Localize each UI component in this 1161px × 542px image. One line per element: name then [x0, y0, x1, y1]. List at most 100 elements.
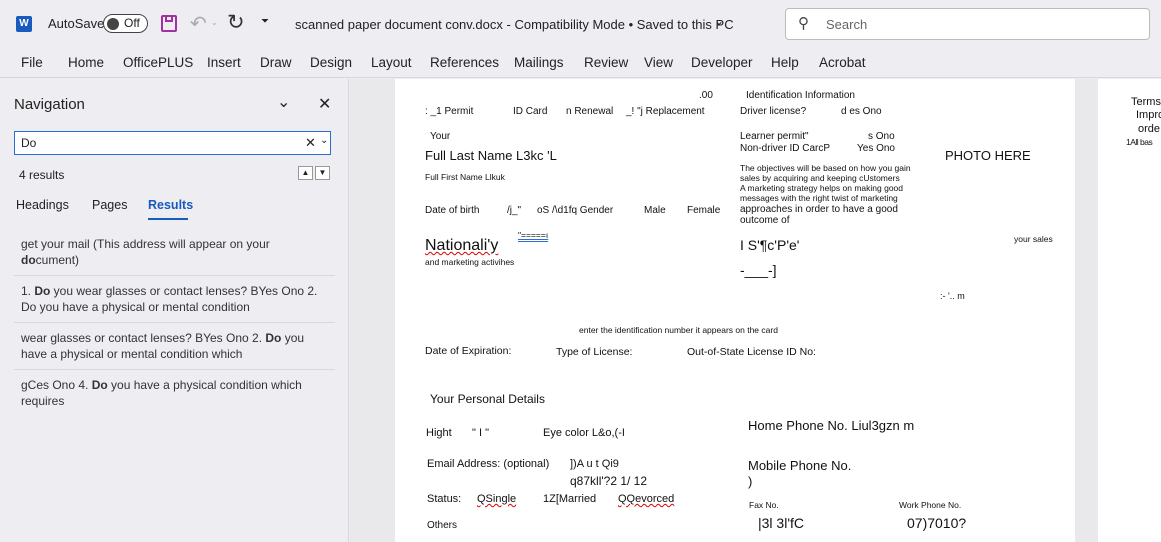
undo-icon[interactable]: ↶ [190, 11, 207, 36]
doc-text: sales by acquiring and keeping cUstomers [740, 173, 900, 183]
nav-tab-pages[interactable]: Pages [92, 198, 127, 212]
photo-placeholder: PHOTO HERE [945, 148, 1031, 163]
doc-text: Out-of-State License ID No: [687, 346, 816, 358]
autosave-toggle[interactable]: Off [103, 14, 148, 33]
search-icon: ⚲ [798, 15, 809, 32]
doc-text: Mobile Phone No. [748, 458, 852, 473]
ribbon-tabs: File Home OfficePLUS Insert Draw Design … [0, 48, 1161, 78]
next-result-button[interactable]: ▼ [315, 166, 330, 180]
nav-tab-headings[interactable]: Headings [16, 198, 69, 212]
doc-text: -___-] [740, 262, 777, 278]
doc-text: Work Phone No. [899, 500, 962, 510]
previous-result-button[interactable]: ▲ [298, 166, 313, 180]
clear-search-icon[interactable]: ✕ [305, 135, 316, 151]
customize-toolbar-icon[interactable]: ⏷ [261, 16, 269, 27]
doc-text: Email Address: (optional) [427, 458, 550, 470]
doc-text: Driver license? [740, 106, 807, 117]
search-result[interactable]: gCes Ono 4. Do you have a physical condi… [0, 377, 349, 409]
doc-text: approaches in order to have a good [740, 204, 898, 215]
doc-text: " I " [472, 427, 489, 439]
tab-help[interactable]: Help [771, 55, 799, 70]
tab-references[interactable]: References [430, 55, 499, 70]
doc-text: Full Last Name L3kc 'L [425, 148, 557, 163]
nav-search-input[interactable]: Do ✕ ⌄ [14, 131, 331, 155]
doc-text: Identification Information [746, 90, 855, 101]
document-area[interactable]: .00 Identification Information : _1 Perm… [350, 79, 1161, 542]
search-result[interactable]: 1. Do you wear glasses or contact lenses… [0, 283, 349, 315]
doc-text: :- '.. m [940, 291, 965, 301]
result-text: wear glasses or contact lenses? BYes Ono… [21, 331, 266, 345]
tab-officeplus[interactable]: OfficePLUS [123, 55, 193, 70]
document-title[interactable]: scanned paper document conv.docx - Compa… [295, 17, 734, 32]
redo-icon[interactable]: ↻ [227, 10, 245, 35]
search-result[interactable]: get your mail (This address will appear … [0, 236, 349, 268]
search-result[interactable]: wear glasses or contact lenses? BYes Ono… [0, 330, 349, 362]
doc-text: Date of Expiration: [425, 345, 512, 357]
doc-text: q87kll'?2 1/ 12 [570, 474, 648, 488]
result-hit: Do [265, 331, 282, 345]
doc-text: your sales [1014, 234, 1053, 244]
search-options-chevron-icon[interactable]: ⌄ [320, 135, 328, 146]
undo-dropdown-icon[interactable]: ⌄ [211, 18, 218, 27]
nav-tab-results[interactable]: Results [148, 198, 193, 212]
tab-design[interactable]: Design [310, 55, 352, 70]
word-logo-icon: W [16, 16, 32, 32]
doc-text: ID Card [513, 106, 548, 117]
doc-text: ) [748, 474, 753, 489]
save-icon[interactable] [161, 15, 177, 32]
tab-acrobat[interactable]: Acrobat [819, 55, 866, 70]
doc-text: Terms [1131, 96, 1161, 108]
doc-text: .00 [699, 90, 713, 101]
doc-text: Home Phone No. Liul3gzn m [748, 418, 915, 433]
result-hit: do [21, 253, 36, 267]
result-text: gCes Ono 4. [21, 378, 92, 392]
doc-text: orde [1138, 123, 1161, 135]
doc-text: Status: [427, 493, 462, 505]
tab-review[interactable]: Review [584, 55, 628, 70]
doc-text: Eye color L&o,(-I [543, 427, 625, 439]
doc-text: Learner permit" [740, 131, 809, 142]
nav-options-chevron-icon[interactable]: ⌄ [277, 92, 290, 112]
doc-text: n Renewal [566, 106, 614, 117]
doc-text: Your [430, 131, 451, 142]
tab-insert[interactable]: Insert [207, 55, 241, 70]
doc-text: QSingle [477, 493, 517, 505]
tab-developer[interactable]: Developer [691, 55, 753, 70]
document-page[interactable]: .00 Identification Information : _1 Perm… [395, 79, 1075, 542]
doc-text: The objectives will be based on how you … [740, 163, 911, 173]
tab-mailings[interactable]: Mailings [514, 55, 564, 70]
result-text: cument) [35, 253, 80, 267]
doc-text: Nationali'y [425, 237, 499, 254]
doc-text: d es Ono [841, 106, 882, 117]
autosave-state: Off [124, 16, 140, 30]
doc-text: outcome of [740, 215, 790, 226]
doc-text: enter the identification number it appea… [579, 325, 778, 335]
tab-file[interactable]: File [21, 55, 43, 70]
doc-text: Full First Name Llkuk [425, 172, 505, 182]
navigation-title: Navigation [14, 96, 85, 113]
doc-text: oS /\d1fq Gender [537, 205, 614, 216]
nav-search-query: Do [21, 136, 37, 150]
doc-text: : _1 Permit [425, 106, 474, 117]
doc-text: Impro [1136, 109, 1161, 121]
doc-text: 1All bas [1126, 137, 1153, 147]
nav-close-icon[interactable]: ✕ [318, 94, 331, 114]
tab-view[interactable]: View [644, 55, 673, 70]
doc-text: QQevorced [618, 493, 675, 505]
doc-text: Female [687, 205, 721, 216]
result-text: get your mail (This address will appear … [21, 237, 270, 251]
search-box[interactable]: ⚲ Search [785, 8, 1150, 40]
next-page[interactable]: Terms Impro orde 1All bas [1098, 79, 1161, 542]
tab-home[interactable]: Home [68, 55, 104, 70]
divider [14, 275, 335, 276]
tab-layout[interactable]: Layout [371, 55, 412, 70]
title-chevron-icon[interactable]: ⌄ [714, 14, 724, 28]
doc-text: Non-driver ID CarcP [740, 143, 831, 154]
doc-text: _! "j Replacement [626, 106, 705, 117]
active-tab-underline [148, 218, 188, 220]
doc-text: /j_" [507, 205, 522, 216]
doc-text: "=====ı [518, 230, 549, 240]
doc-text: I S'¶c'P'e' [740, 237, 800, 253]
doc-text: Date of birth [425, 205, 480, 216]
tab-draw[interactable]: Draw [260, 55, 292, 70]
